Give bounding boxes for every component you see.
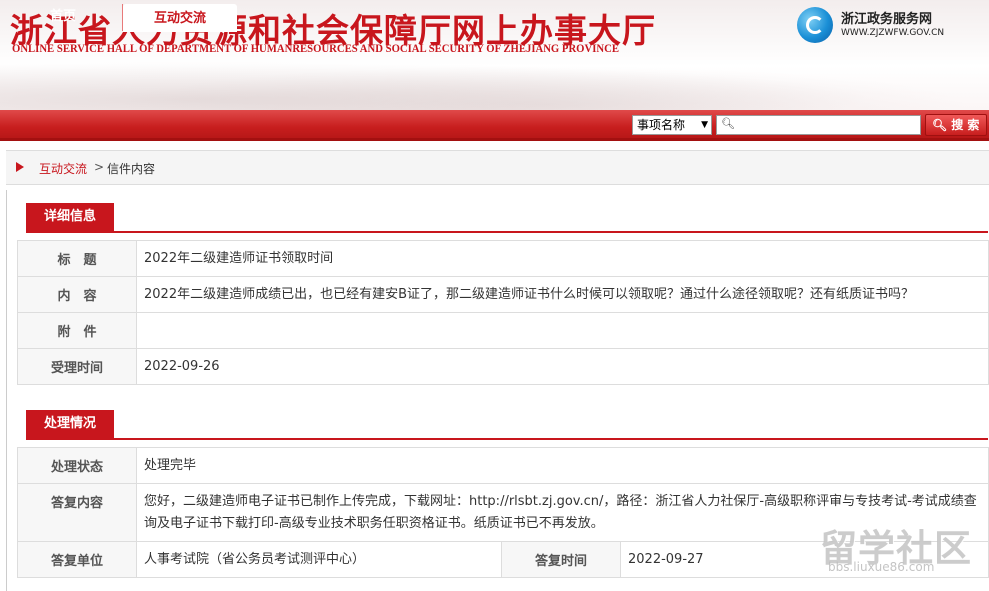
row-label: 附 件 (17, 312, 137, 349)
portal-name-link[interactable]: 浙江政务服务网 (841, 8, 932, 27)
table-row: 标 题 2022年二级建造师证书领取时间 (17, 240, 989, 277)
row-label: 标 题 (17, 240, 137, 277)
search-button-label: 搜 索 (951, 118, 980, 132)
reply-label: 答复内容 (17, 483, 137, 542)
search-category-select[interactable]: 事项名称 ▼ (632, 115, 712, 135)
triangle-right-icon (16, 162, 24, 172)
nav-tab-interaction[interactable]: 互动交流 (123, 4, 237, 32)
portal-url-link[interactable]: WWW.ZJZWFW.GOV.CN (841, 28, 944, 38)
table-row: 受理时间 2022-09-26 (17, 348, 989, 385)
site-subtitle-en: ONLINE SERVICE HALL OF DEPARTMENT OF HUM… (12, 43, 619, 55)
table-row: 内 容 2022年二级建造师成绩已出，也已经有建安B证了，那二级建造师证书什么时… (17, 276, 989, 313)
row-value (136, 312, 989, 349)
unit-value: 人事考试院（省公务员考试测评中心） (136, 541, 502, 578)
section-header-details: 详细信息 (26, 201, 988, 233)
breadcrumb-current: 信件内容 (107, 162, 156, 176)
row-value: 2022年二级建造师成绩已出，也已经有建安B证了，那二级建造师证书什么时候可以领… (136, 276, 989, 313)
chevron-down-icon: ▼ (701, 120, 708, 130)
section-title-processing: 处理情况 (26, 410, 114, 438)
status-value: 处理完毕 (136, 447, 989, 484)
row-value: 2022-09-26 (136, 348, 989, 385)
row-label: 受理时间 (17, 348, 137, 385)
search-button[interactable]: 🔍︎ 搜 索 (925, 114, 987, 136)
watermark-url: bbs.liuxue86.com (828, 560, 935, 574)
search-input[interactable]: 🔍︎ (716, 115, 921, 135)
row-label: 内 容 (17, 276, 137, 313)
breadcrumb-link-interaction[interactable]: 互动交流 (39, 160, 87, 177)
breadcrumb-separator: > (94, 160, 105, 174)
nav-bar-base (0, 138, 989, 141)
search-category-value: 事项名称 (637, 118, 686, 132)
section-title-details: 详细信息 (26, 203, 114, 231)
unit-label: 答复单位 (17, 541, 137, 578)
search-icon: 🔍︎ (932, 118, 948, 132)
search-icon: 🔍︎ (721, 117, 735, 130)
details-table: 标 题 2022年二级建造师证书领取时间 内 容 2022年二级建造师成绩已出，… (17, 240, 989, 385)
portal-logo-icon[interactable] (797, 7, 833, 43)
row-value: 2022年二级建造师证书领取时间 (136, 240, 989, 277)
time-label: 答复时间 (501, 541, 621, 578)
status-label: 处理状态 (17, 447, 137, 484)
breadcrumb: 互动交流 > 信件内容 (6, 150, 989, 185)
section-header-processing: 处理情况 (26, 408, 988, 440)
nav-tab-home[interactable]: 首页 (4, 4, 123, 31)
banner-background (0, 55, 989, 110)
table-row: 附 件 (17, 312, 989, 349)
table-row: 处理状态 处理完毕 (17, 447, 989, 484)
